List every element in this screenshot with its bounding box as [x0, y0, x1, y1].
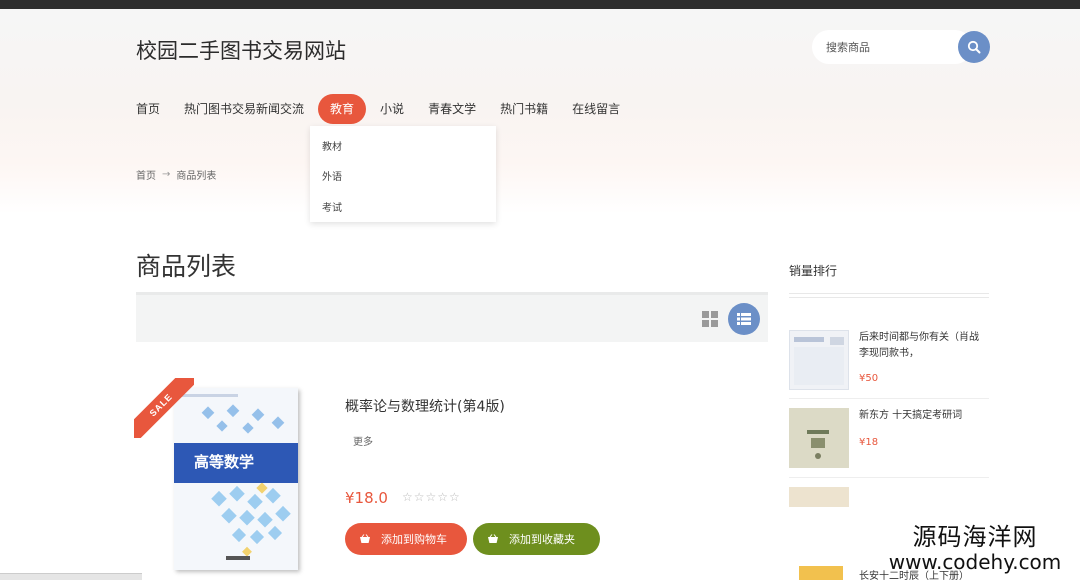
search-button[interactable] — [958, 31, 990, 63]
education-dropdown-menu: 教材 外语 考试 — [310, 126, 496, 222]
basket-icon — [487, 534, 499, 544]
breadcrumb-current: 商品列表 — [176, 171, 217, 182]
sidebar-item-price: ¥18 — [859, 437, 879, 448]
sidebar-item-thumbnail[interactable] — [799, 566, 843, 580]
nav-item-youth-literature[interactable]: 青春文学 — [428, 94, 476, 124]
product-price: ¥18.0 — [345, 489, 388, 507]
site-title[interactable]: 校园二手图书交易网站 — [136, 35, 346, 65]
grid-view-icon — [702, 311, 709, 318]
site-watermark: 源码海洋网 www.codehy.com — [870, 524, 1080, 574]
search-input[interactable] — [812, 30, 972, 64]
sidebar-item[interactable]: 新东方 十天搞定考研词 ¥18 — [789, 408, 989, 468]
nav-item-education[interactable]: 教育 — [318, 94, 367, 124]
sidebar-item-thumbnail[interactable] — [789, 330, 849, 390]
dropdown-item-exam[interactable]: 考试 — [322, 199, 342, 214]
add-to-cart-button[interactable]: 添加到购物车 — [345, 523, 467, 555]
breadcrumb: 首页 → 商品列表 — [136, 167, 216, 182]
dropdown-item-textbook[interactable]: 教材 — [322, 138, 342, 153]
nav-item-news[interactable]: 热门图书交易新闻交流 — [184, 94, 304, 124]
book-cover-title: 高等数学 — [194, 453, 255, 471]
main-nav: 首页 热门图书交易新闻交流 教育 小说 青春文学 热门书籍 在线留言 — [136, 94, 644, 124]
watermark-line2: www.codehy.com — [888, 550, 1062, 574]
grid-view-button[interactable] — [702, 311, 718, 327]
browser-status-bar — [0, 573, 142, 580]
nav-item-home[interactable]: 首页 — [136, 94, 160, 124]
watermark-line1: 源码海洋网 — [912, 523, 1038, 551]
book-cover-band: 高等数学 — [174, 443, 298, 483]
add-to-cart-label: 添加到购物车 — [381, 533, 447, 546]
dropdown-item-foreign-language[interactable]: 外语 — [322, 168, 342, 183]
sidebar-separator — [789, 477, 989, 478]
list-view-icon — [737, 313, 751, 325]
search-box — [812, 30, 992, 64]
browser-top-bar — [0, 0, 1080, 9]
sidebar-divider — [789, 293, 989, 298]
sidebar-title: 销量排行 — [789, 264, 838, 278]
search-icon — [967, 40, 981, 54]
sidebar-item-name[interactable]: 新东方 十天搞定考研词 — [859, 408, 984, 424]
add-to-favorites-label: 添加到收藏夹 — [509, 533, 575, 546]
nav-item-novel[interactable]: 小说 — [380, 94, 404, 124]
basket-icon — [359, 534, 371, 544]
sale-ribbon: SALE — [134, 378, 194, 438]
sidebar-item-thumbnail[interactable] — [789, 487, 849, 507]
breadcrumb-separator-icon: → — [162, 169, 171, 180]
sidebar-item-thumbnail[interactable] — [789, 408, 849, 468]
list-view-button[interactable] — [728, 303, 760, 335]
view-toolbar — [136, 292, 768, 342]
page-title: 商品列表 — [136, 252, 237, 281]
nav-item-guestbook[interactable]: 在线留言 — [572, 94, 620, 124]
sidebar-item-price: ¥50 — [859, 373, 879, 384]
more-link[interactable]: 更多 — [353, 433, 373, 448]
sidebar-item[interactable] — [789, 487, 989, 507]
product-name[interactable]: 概率论与数理统计(第4版) — [345, 396, 505, 416]
nav-item-popular-books[interactable]: 热门书籍 — [500, 94, 548, 124]
rating-stars[interactable]: ☆☆☆☆☆ — [402, 490, 461, 504]
sidebar-item[interactable]: 后来时间都与你有关（肖战李现同款书， ¥50 — [789, 330, 989, 390]
sale-badge: SALE — [134, 378, 194, 438]
sidebar-separator — [789, 398, 989, 399]
breadcrumb-home[interactable]: 首页 — [136, 167, 156, 182]
add-to-favorites-button[interactable]: 添加到收藏夹 — [473, 523, 600, 555]
sidebar-item-name[interactable]: 后来时间都与你有关（肖战李现同款书， — [859, 330, 984, 362]
product-image[interactable]: 高等数学 SALE — [134, 378, 314, 574]
